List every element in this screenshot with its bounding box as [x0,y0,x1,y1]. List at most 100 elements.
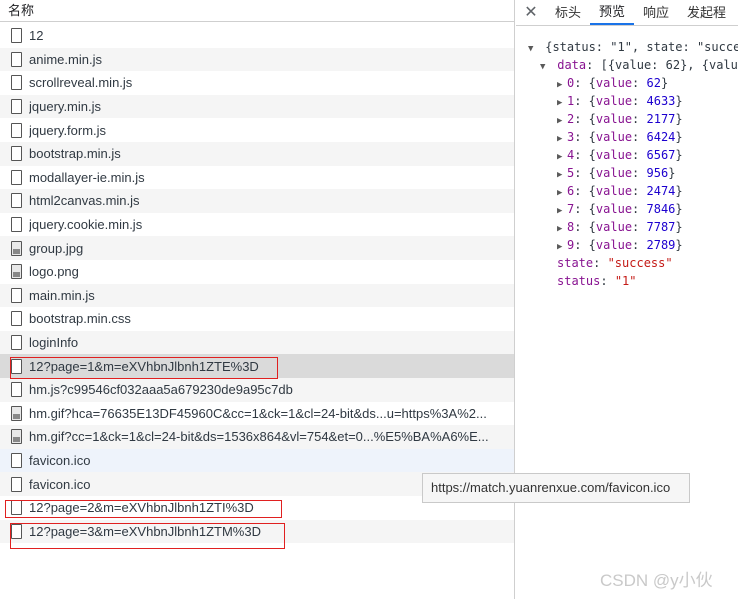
file-icon [11,99,22,115]
request-name: 12?page=3&m=eXVhbnJlbnh1ZTM%3D [29,523,261,539]
image-file-icon [11,405,22,421]
file-icon [11,122,22,138]
state-key: state [557,256,594,270]
data-item-line[interactable]: ▶ 1: {value: 4633} [516,92,738,110]
data-items: ▶ 0: {value: 62} ▶ 1: {value: 4633} ▶ 2: {val… [516,74,738,254]
status-key: status [557,274,601,288]
request-name: favicon.ico [29,476,91,492]
root-object-line[interactable]: ▼ {status: "1", state: "succe [516,38,738,56]
request-row[interactable]: 12?page=3&m=eXVhbnJlbnh1ZTM%3D [0,519,514,544]
request-row[interactable]: 12 [0,24,514,48]
image-file-icon [11,429,22,445]
request-row[interactable]: anime.min.js [0,47,514,72]
tab-headers[interactable]: 标头 [546,1,590,25]
request-name: html2canvas.min.js [29,193,140,209]
data-summary: [{value: 62}, {valu [600,58,738,72]
data-item-line[interactable]: ▶ 3: {value: 6424} [516,128,738,146]
request-row[interactable]: jquery.min.js [0,94,514,119]
item-value: 956 [646,166,669,180]
request-name: anime.min.js [29,51,102,67]
item-value: 7846 [646,202,676,216]
file-icon [11,287,22,303]
item-value: 7787 [646,220,676,234]
request-row[interactable]: hm.gif?cc=1&ck=1&cl=24-bit&ds=1536x864&v… [0,425,514,449]
data-array-line[interactable]: ▼ data: [{value: 62}, {valu [516,56,738,74]
item-value: 6424 [646,130,676,144]
request-name: jquery.cookie.min.js [29,217,143,233]
image-file-icon [11,240,22,256]
value-key: value [595,166,633,180]
item-value: 2789 [646,238,676,252]
tab-preview[interactable]: 预览 [590,1,635,25]
item-value: 4633 [646,94,676,108]
watermark: CSDN @y小伙 [600,571,713,590]
json-preview: ▼ {status: "1", state: "succe ▼ data: [{… [516,26,738,290]
request-row[interactable]: hm.gif?hca=76635E13DF45960C&cc=1&ck=1&cl… [0,402,514,426]
request-row[interactable]: scrollreveal.min.js [0,71,514,95]
image-file-icon [11,264,22,280]
file-icon [11,335,22,351]
request-row[interactable]: hm.js?c99546cf032aaa5a679230de9a95c7db [0,378,514,402]
file-icon [11,169,22,185]
request-row[interactable]: jquery.form.js [0,118,514,142]
value-key: value [595,148,633,162]
request-name: 12?page=1&m=eXVhbnJlbnh1ZTE%3D [29,358,259,374]
item-value: 2474 [646,184,676,198]
url-tooltip: https://match.yuanrenxue.com/favicon.ico [422,473,690,503]
request-name: bootstrap.min.js [29,146,121,162]
value-key: value [595,94,633,108]
close-icon[interactable]: ✕ [516,1,546,25]
request-row[interactable]: main.min.js [0,283,514,308]
file-icon [11,146,22,162]
file-icon [11,358,22,374]
request-name: loginInfo [29,335,79,351]
data-item-line[interactable]: ▶ 9: {value: 2789} [516,236,738,254]
file-icon [11,28,22,44]
request-name: 12?page=2&m=eXVhbnJlbnh1ZTI%3D [29,500,254,516]
value-key: value [595,112,633,126]
request-name: jquery.form.js [29,122,107,138]
data-item-line[interactable]: ▶ 2: {value: 2177} [516,110,738,128]
file-icon [11,382,22,398]
request-row[interactable]: 12?page=1&m=eXVhbnJlbnh1ZTE%3D [0,354,514,378]
request-row[interactable]: group.jpg [0,236,514,260]
name-column-header[interactable]: 名称 [0,0,514,22]
file-icon [11,453,22,469]
item-value: 2177 [646,112,676,126]
request-name: hm.js?c99546cf032aaa5a679230de9a95c7db [29,382,293,398]
file-icon [11,523,22,539]
root-summary: {status: "1", state: "succe [545,40,738,54]
tab-response[interactable]: 响应 [634,1,678,25]
file-icon [11,476,22,492]
data-item-line[interactable]: ▶ 4: {value: 6567} [516,146,738,164]
file-icon [11,311,22,327]
status-value: "1" [614,274,637,288]
request-row[interactable]: bootstrap.min.css [0,307,514,331]
data-key: data [557,58,587,72]
request-list-panel: 名称 12 anime.min.js scrollreveal.min.js jque… [0,0,515,599]
request-row[interactable]: favicon.ico [0,448,514,473]
data-item-line[interactable]: ▶ 5: {value: 956} [516,164,738,182]
file-icon [11,500,22,516]
request-row[interactable]: loginInfo [0,330,514,355]
state-value: "success" [607,256,673,270]
file-icon [11,51,22,67]
data-item-line[interactable]: ▶ 7: {value: 7846} [516,200,738,218]
request-row[interactable]: html2canvas.min.js [0,189,514,213]
item-value: 6567 [646,148,676,162]
data-item-line[interactable]: ▶ 6: {value: 2474} [516,182,738,200]
file-icon [11,217,22,233]
request-name: bootstrap.min.css [29,311,131,327]
request-row[interactable]: bootstrap.min.js [0,142,514,166]
data-item-line[interactable]: ▶ 8: {value: 7787} [516,218,738,236]
tab-initiator[interactable]: 发起程 [678,1,735,25]
request-name: modallayer-ie.min.js [29,169,145,185]
request-row[interactable]: jquery.cookie.min.js [0,213,514,237]
request-row[interactable]: modallayer-ie.min.js [0,166,514,190]
request-name: hm.gif?hca=76635E13DF45960C&cc=1&ck=1&cl… [29,405,487,421]
data-item-line[interactable]: ▶ 0: {value: 62} [516,74,738,92]
item-value: 62 [646,76,661,90]
value-key: value [595,76,633,90]
details-panel: ✕ 标头 预览 响应 发起程 ▼ {status: "1", state: "s… [516,0,738,599]
request-row[interactable]: logo.png [0,260,514,284]
